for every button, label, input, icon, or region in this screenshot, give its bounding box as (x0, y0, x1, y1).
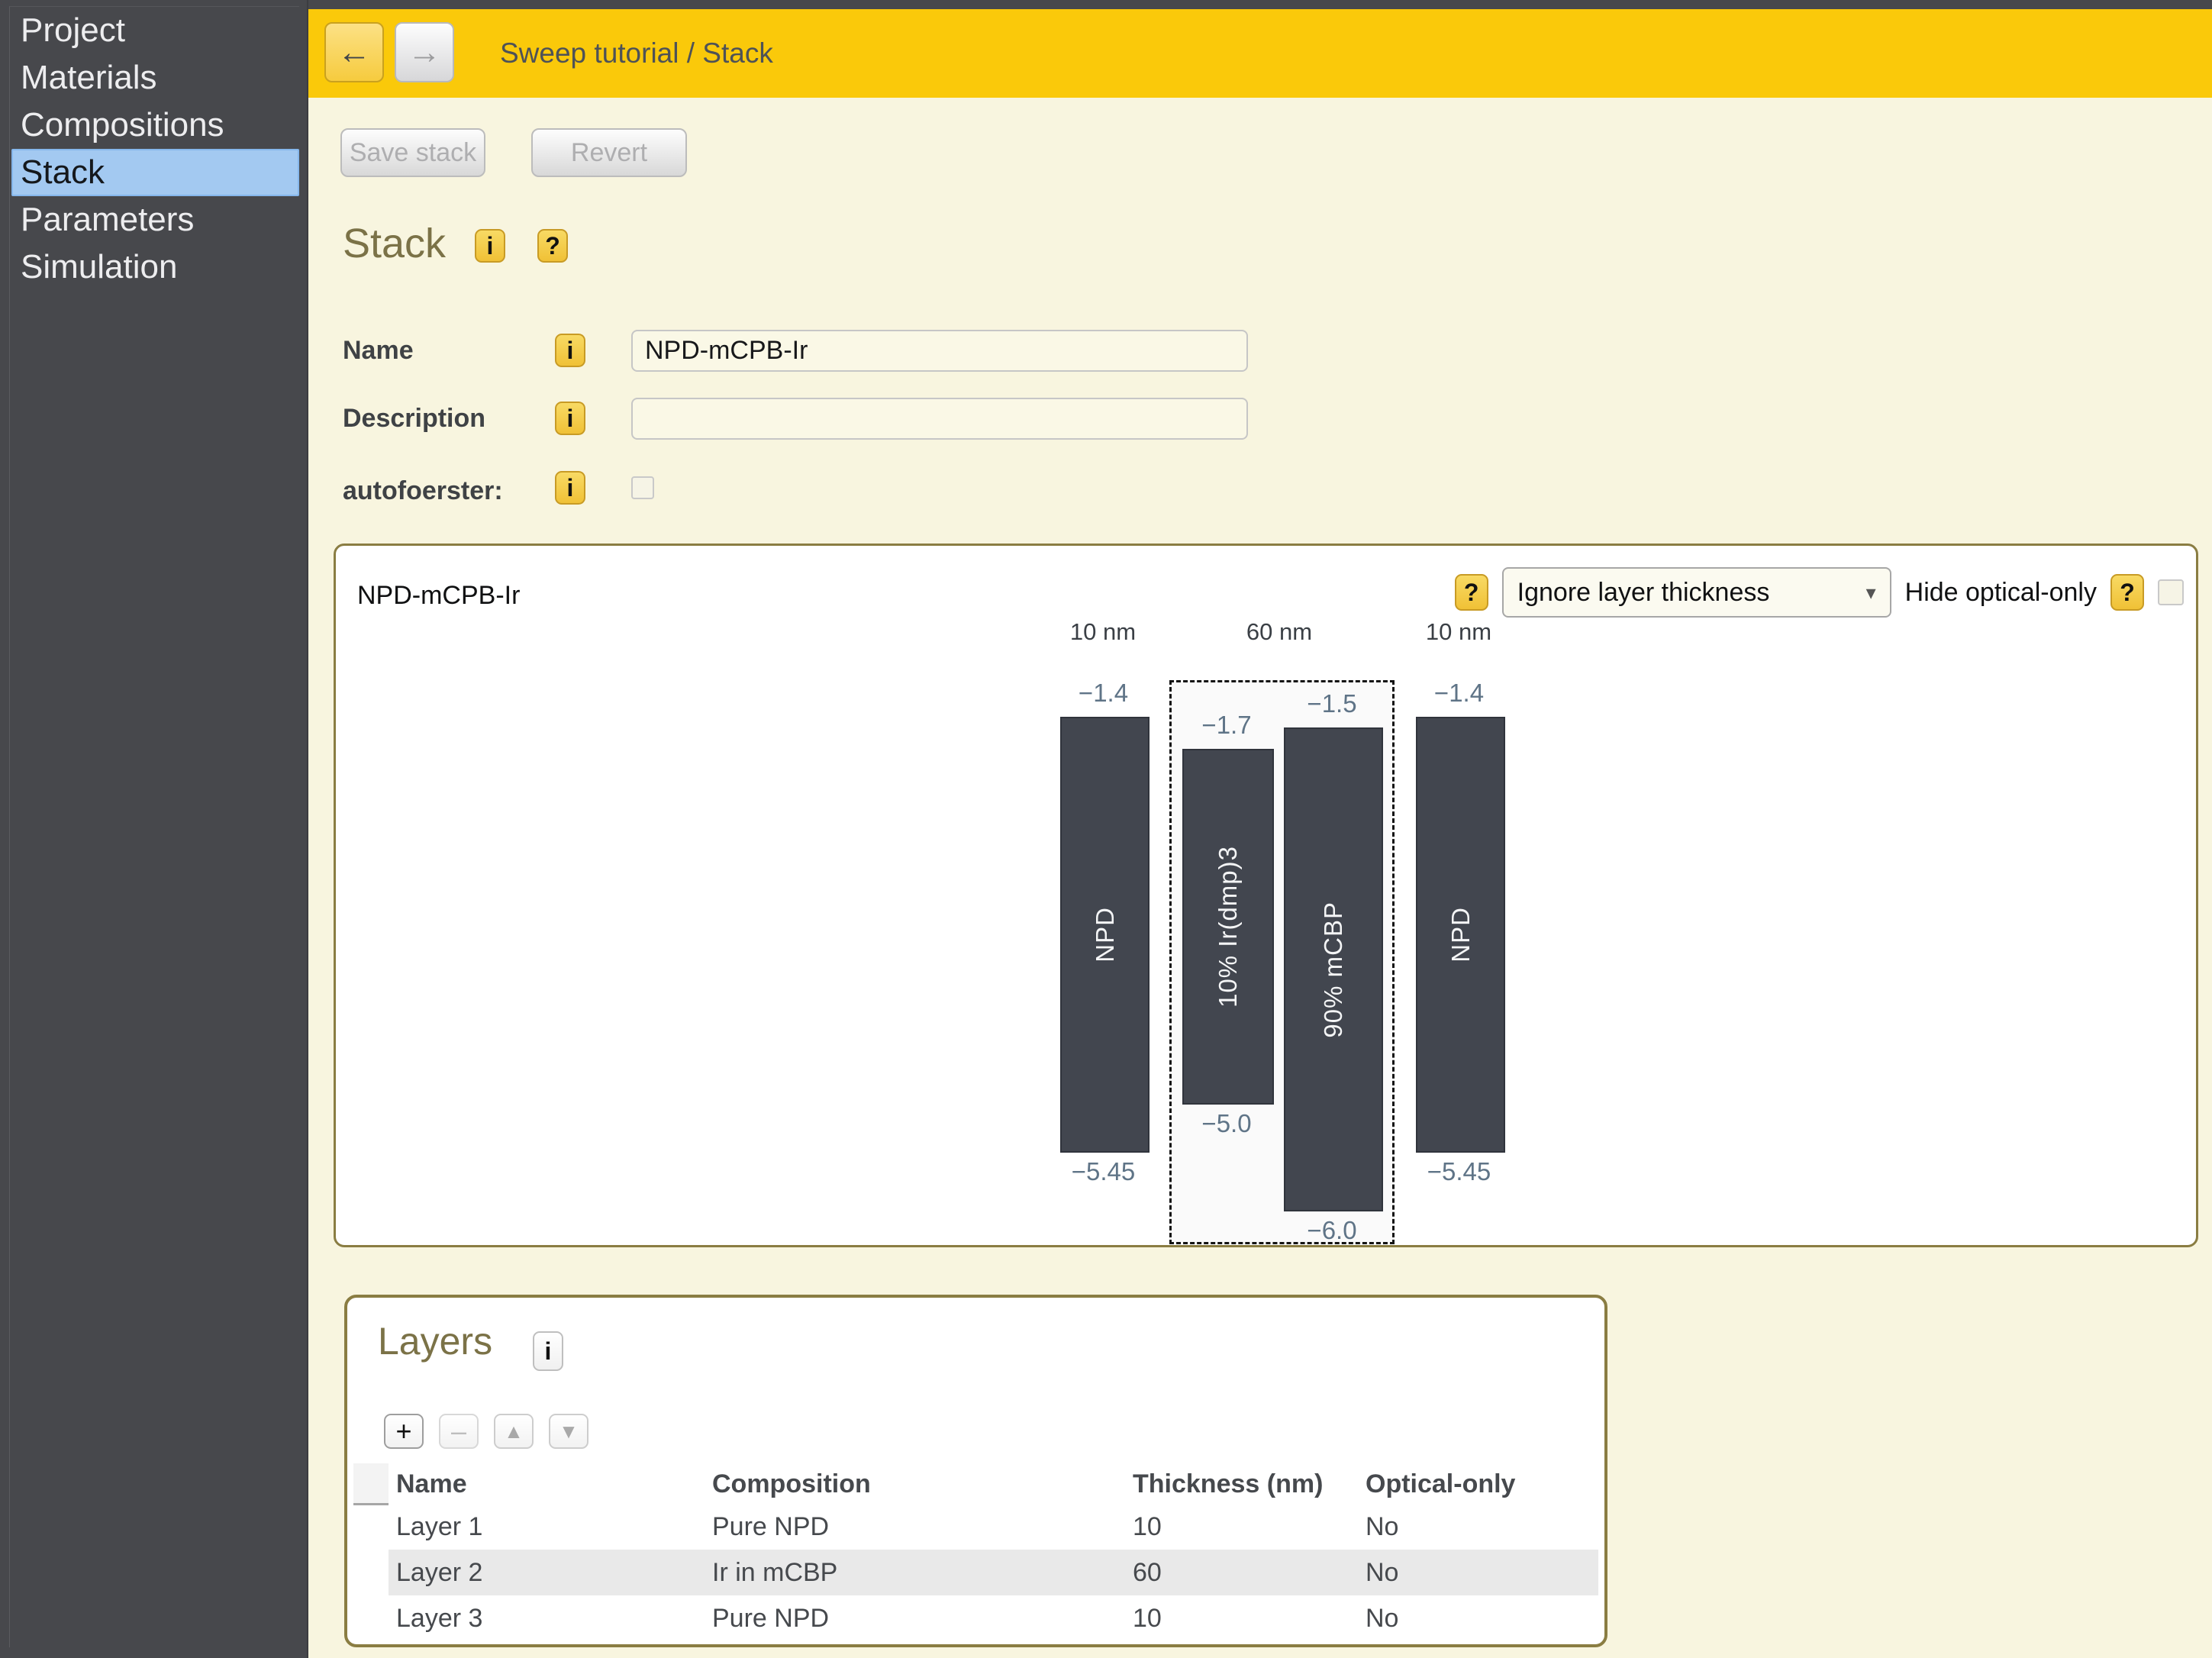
thickness-cell: 10 (1125, 1504, 1358, 1550)
thickness-cell: 10 (1125, 1595, 1358, 1641)
layer-bar-label: NPD (1091, 907, 1120, 963)
sidebar-item-compositions[interactable]: Compositions (11, 102, 299, 149)
stack-diagram-panel: NPD-mCPB-Ir ? Ignore layer thickness ▾ H… (334, 544, 2198, 1247)
thickness-cell: 60 (1125, 1550, 1358, 1595)
table-row-layer-2[interactable]: Layer 2Ir in mCBP60No (353, 1550, 1598, 1595)
layer-bar-npd: NPD (1060, 717, 1150, 1153)
layers-table: NameCompositionThickness (nm)Optical-onl… (353, 1464, 1598, 1641)
column-header-optical-only: Optical-only (1358, 1469, 1598, 1499)
layer-bar-label: 90% mCBP (1319, 902, 1348, 1038)
layers-title: Layers (378, 1319, 492, 1363)
layer-name-cell: Layer 1 (389, 1504, 705, 1550)
homo-value: −6.0 (1263, 1216, 1401, 1245)
optical-only-cell: No (1358, 1504, 1598, 1550)
description-label: Description (343, 404, 485, 434)
composition-cell: Pure NPD (705, 1595, 1125, 1641)
table-row-layer-1[interactable]: Layer 1Pure NPD10No (353, 1504, 1598, 1550)
autofoerster-checkbox[interactable] (631, 476, 654, 499)
forward-arrow-icon: → (408, 34, 441, 72)
forward-button[interactable]: → (395, 22, 454, 82)
row-selector-column-header (353, 1463, 389, 1505)
move-layer-up-button[interactable]: ▲ (494, 1414, 534, 1449)
back-button[interactable]: ← (324, 22, 384, 82)
sidebar-item-materials[interactable]: Materials (11, 54, 299, 102)
header-bar: ← → Sweep tutorial / Stack (308, 9, 2212, 98)
column-header-thickness-nm-: Thickness (nm) (1125, 1469, 1358, 1499)
sidebar-item-project[interactable]: Project (11, 7, 299, 54)
page-title: Stack (343, 220, 446, 267)
composition-cell: Ir in mCBP (705, 1550, 1125, 1595)
name-input[interactable] (631, 330, 1248, 372)
sidebar-item-simulation[interactable]: Simulation (11, 244, 299, 291)
info-icon[interactable]: i (475, 229, 505, 263)
move-layer-down-button[interactable]: ▼ (549, 1414, 588, 1449)
name-label: Name (343, 336, 414, 366)
layer-name-cell: Layer 2 (389, 1550, 705, 1595)
column-header-composition: Composition (705, 1469, 1125, 1499)
thickness-label: 60 nm (1195, 618, 1363, 646)
sidebar: ProjectMaterialsCompositionsStackParamet… (0, 0, 308, 1658)
row-selector-cell (353, 1595, 389, 1641)
optical-only-cell: No (1358, 1595, 1598, 1641)
window-top-strip (308, 0, 2212, 9)
layer-bar-label: 10% Ir(dmp)3 (1214, 846, 1243, 1008)
layers-panel: Layers i + – ▲ ▼ NameCompositionThicknes… (344, 1295, 1607, 1647)
lumo-value: −1.5 (1263, 689, 1401, 718)
lumo-value: −1.4 (1035, 679, 1172, 708)
back-arrow-icon: ← (337, 34, 371, 72)
column-header-name: Name (389, 1469, 705, 1499)
layer-bar-label: NPD (1446, 907, 1475, 963)
remove-layer-button[interactable]: – (439, 1414, 479, 1449)
homo-value: −5.45 (1391, 1157, 1528, 1186)
sidebar-item-stack[interactable]: Stack (11, 149, 299, 196)
layer-bar-npd: NPD (1416, 717, 1505, 1153)
row-selector-cell (353, 1550, 389, 1595)
help-icon[interactable]: ? (537, 229, 568, 263)
name-info-icon[interactable]: i (555, 334, 585, 367)
layer-bar-10-ir-dmp-3: 10% Ir(dmp)3 (1182, 749, 1274, 1105)
layer-bar-90-mcbp: 90% mCBP (1284, 727, 1383, 1211)
energy-level-diagram: 10 nmNPD−1.4−5.4560 nm10% Ir(dmp)3−1.7−5… (336, 546, 2196, 1245)
composition-cell: Pure NPD (705, 1504, 1125, 1550)
optical-only-cell: No (1358, 1550, 1598, 1595)
add-layer-button[interactable]: + (384, 1414, 424, 1449)
revert-button[interactable]: Revert (531, 128, 687, 177)
breadcrumb: Sweep tutorial / Stack (500, 9, 773, 98)
description-input[interactable] (631, 398, 1248, 440)
row-selector-cell (353, 1504, 389, 1550)
table-row-layer-3[interactable]: Layer 3Pure NPD10No (353, 1595, 1598, 1641)
homo-value: −5.45 (1035, 1157, 1172, 1186)
save-stack-button[interactable]: Save stack (340, 128, 485, 177)
thickness-label: 10 nm (1375, 618, 1543, 646)
sidebar-nav: ProjectMaterialsCompositionsStackParamet… (9, 6, 299, 1647)
autofoerster-info-icon[interactable]: i (555, 471, 585, 505)
layers-info-icon[interactable]: i (533, 1331, 563, 1371)
sidebar-item-parameters[interactable]: Parameters (11, 196, 299, 244)
homo-value: −5.0 (1158, 1109, 1295, 1138)
layer-name-cell: Layer 3 (389, 1595, 705, 1641)
thickness-label: 10 nm (1019, 618, 1187, 646)
autofoerster-label: autofoerster: (343, 476, 503, 506)
layers-table-header-row: NameCompositionThickness (nm)Optical-onl… (353, 1464, 1598, 1504)
description-info-icon[interactable]: i (555, 402, 585, 435)
lumo-value: −1.4 (1391, 679, 1528, 708)
